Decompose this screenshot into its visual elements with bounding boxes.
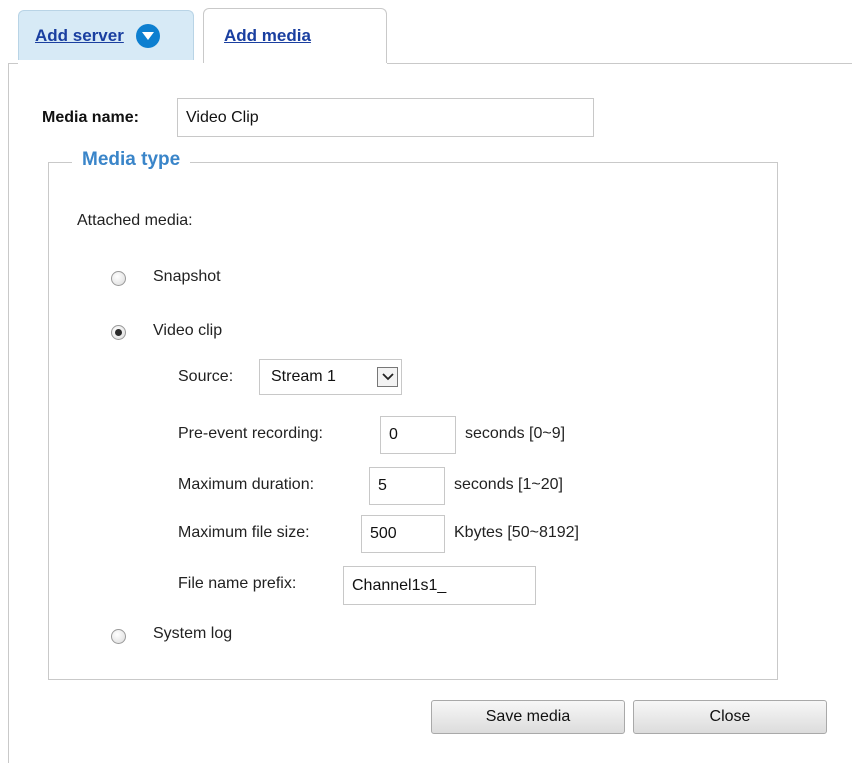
file-name-prefix-input[interactable] <box>343 566 536 605</box>
source-select[interactable]: Stream 1 <box>259 359 402 395</box>
pre-event-input[interactable] <box>380 416 456 454</box>
video-clip-label[interactable]: Video clip <box>153 322 222 340</box>
system-log-label[interactable]: System log <box>153 625 232 643</box>
tab-add-media[interactable]: Add media <box>203 8 387 63</box>
dropdown-arrow-icon[interactable] <box>377 367 398 387</box>
system-log-radio[interactable] <box>111 629 126 644</box>
panel-border <box>8 63 9 763</box>
source-selected-value: Stream 1 <box>271 368 336 385</box>
snapshot-radio[interactable] <box>111 271 126 286</box>
tab-add-server[interactable]: Add server <box>18 10 194 60</box>
tab-divider <box>387 63 852 64</box>
max-duration-unit: seconds [1~20] <box>454 476 563 493</box>
pre-event-unit: seconds [0~9] <box>465 425 566 442</box>
tab-divider <box>8 63 18 64</box>
chevron-down-icon[interactable] <box>135 23 160 48</box>
pre-event-label: Pre-event recording: <box>178 425 323 442</box>
max-duration-label: Maximum duration: <box>178 476 315 493</box>
snapshot-label[interactable]: Snapshot <box>153 268 221 286</box>
media-name-label: Media name: <box>42 109 139 126</box>
media-name-input[interactable] <box>177 98 594 137</box>
save-media-button[interactable]: Save media <box>431 700 625 734</box>
attached-media-label: Attached media: <box>77 212 193 229</box>
media-type-legend: Media type <box>72 149 191 171</box>
max-file-size-label: Maximum file size: <box>178 524 310 541</box>
add-server-link[interactable]: Add server <box>35 26 124 46</box>
add-media-link[interactable]: Add media <box>224 26 311 46</box>
max-file-size-input[interactable] <box>361 515 445 553</box>
max-file-size-unit: Kbytes [50~8192] <box>454 524 579 541</box>
source-label: Source: <box>178 368 234 385</box>
close-button[interactable]: Close <box>633 700 827 734</box>
video-clip-radio[interactable] <box>111 325 126 340</box>
max-duration-input[interactable] <box>369 467 445 505</box>
file-name-prefix-label: File name prefix: <box>178 575 297 592</box>
